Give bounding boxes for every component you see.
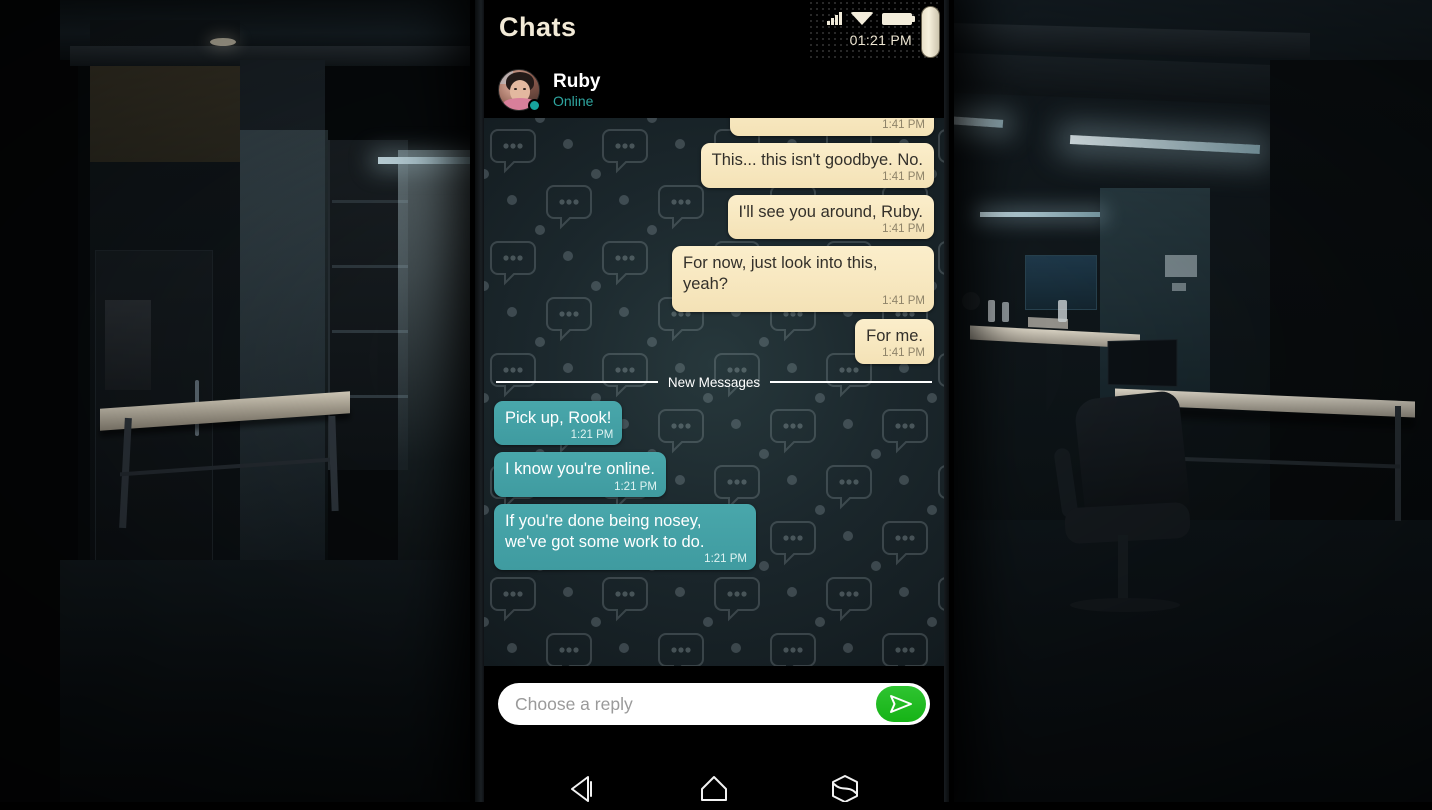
new-messages-divider: New Messages	[496, 375, 932, 390]
chat-message-list[interactable]: the answers are in there.1:41 PM This... …	[484, 118, 944, 666]
status-bar-dot-texture	[808, 0, 938, 62]
phone-screen: Chats 01:21 PM	[484, 0, 944, 802]
phone-device: Chats 01:21 PM	[475, 0, 949, 802]
back-button[interactable]	[560, 766, 606, 802]
home-icon	[697, 772, 731, 802]
home-button[interactable]	[691, 766, 737, 802]
contact-header[interactable]: Ruby Online	[484, 62, 944, 118]
message-timestamp: 1:41 PM	[882, 118, 925, 132]
android-navigation-bar	[484, 742, 944, 802]
message-row: If you're done being nosey, we've got so…	[494, 504, 934, 570]
right-strip-light-3	[980, 212, 1100, 217]
send-icon	[888, 693, 914, 715]
back-icon	[566, 772, 600, 802]
left-ceiling-spotlight	[210, 38, 236, 46]
divider-line-right	[770, 381, 932, 383]
divider-label: New Messages	[668, 375, 760, 390]
avatar[interactable]	[498, 69, 540, 111]
message-row: For me.1:41 PM	[494, 319, 934, 364]
right-wall-sign-small	[1172, 283, 1186, 291]
left-wall-poster	[105, 300, 151, 390]
message-text: If you're done being nosey, we've got so…	[505, 512, 704, 551]
message-composer: Choose a reply	[484, 666, 944, 742]
message-text: Pick up, Rook!	[505, 409, 611, 427]
divider-line-left	[496, 381, 658, 383]
status-icon-group	[827, 11, 912, 25]
status-time: 01:21 PM	[850, 32, 912, 48]
right-bottle-2	[1002, 302, 1009, 322]
message-row: For now, just look into this, yeah? 1:41 …	[494, 246, 934, 312]
right-bottle-3	[1058, 300, 1067, 322]
office-right-side	[940, 0, 1432, 802]
contact-status: Online	[553, 93, 601, 109]
recents-button[interactable]	[822, 766, 868, 802]
left-glass-partition	[240, 130, 328, 560]
message-row: I know you're online. 1:21 PM	[494, 452, 934, 497]
online-status-indicator	[528, 99, 541, 112]
signal-bars-icon	[827, 11, 842, 25]
right-office-chair-post	[1118, 535, 1128, 605]
message-text: For now, just look into this, yeah?	[683, 254, 877, 293]
right-monitor	[1108, 339, 1178, 387]
search-input[interactable]: Choose a reply	[515, 694, 633, 715]
left-soffit	[90, 52, 250, 162]
recents-icon	[828, 772, 862, 802]
wifi-icon	[850, 12, 874, 25]
message-text: I know you're online.	[505, 460, 655, 478]
message-timestamp: 1:21 PM	[704, 552, 747, 566]
right-office-chair-base	[1070, 598, 1180, 612]
avatar-eye-right	[523, 88, 526, 90]
message-timestamp: 1:41 PM	[882, 346, 925, 360]
message-row: This... this isn't goodbye. No.1:41 PM	[494, 143, 934, 188]
message-text: I'll see you around, Ruby.	[739, 203, 923, 221]
left-bookshelf	[328, 140, 408, 470]
message-timestamp: 1:41 PM	[882, 170, 925, 184]
message-text: This... this isn't goodbye. No.	[712, 151, 923, 169]
office-left-side	[0, 0, 488, 802]
battery-icon	[882, 13, 912, 25]
message-row: the answers are in there.1:41 PM	[494, 118, 934, 136]
left-floor	[60, 560, 488, 802]
incoming-message-bubble[interactable]: I know you're online. 1:21 PM	[494, 452, 666, 497]
status-bar: Chats 01:21 PM	[484, 0, 944, 62]
scrollbar-thumb[interactable]	[921, 6, 940, 58]
avatar-eye-left	[514, 88, 517, 90]
outgoing-message-bubble[interactable]: the answers are in there.1:41 PM	[730, 118, 934, 136]
send-button[interactable]	[876, 686, 926, 722]
chat-messages-container: the answers are in there.1:41 PM This... …	[484, 118, 944, 666]
contact-name: Ruby	[553, 71, 601, 93]
message-row: Pick up, Rook!1:21 PM	[494, 401, 934, 446]
message-timestamp: 1:41 PM	[882, 294, 925, 308]
right-desk-lamp	[962, 292, 980, 310]
outgoing-message-bubble[interactable]: For me.1:41 PM	[855, 319, 934, 364]
incoming-message-bubble[interactable]: If you're done being nosey, we've got so…	[494, 504, 756, 570]
outgoing-message-bubble[interactable]: This... this isn't goodbye. No.1:41 PM	[701, 143, 934, 188]
incoming-message-bubble[interactable]: Pick up, Rook!1:21 PM	[494, 401, 622, 446]
outgoing-message-bubble[interactable]: For now, just look into this, yeah? 1:41 …	[672, 246, 934, 312]
contact-info: Ruby Online	[553, 71, 601, 110]
reply-input-pill[interactable]: Choose a reply	[498, 683, 930, 725]
right-floor	[940, 520, 1432, 802]
message-timestamp: 1:21 PM	[571, 428, 614, 442]
right-bottle-1	[988, 300, 995, 322]
right-wall-sign	[1165, 255, 1197, 277]
message-timestamp: 1:41 PM	[882, 222, 925, 236]
outgoing-message-bubble[interactable]: I'll see you around, Ruby.1:41 PM	[728, 195, 934, 240]
page-title: Chats	[499, 12, 577, 43]
message-row: I'll see you around, Ruby.1:41 PM	[494, 195, 934, 240]
message-text: For me.	[866, 327, 923, 345]
message-timestamp: 1:21 PM	[614, 480, 657, 494]
